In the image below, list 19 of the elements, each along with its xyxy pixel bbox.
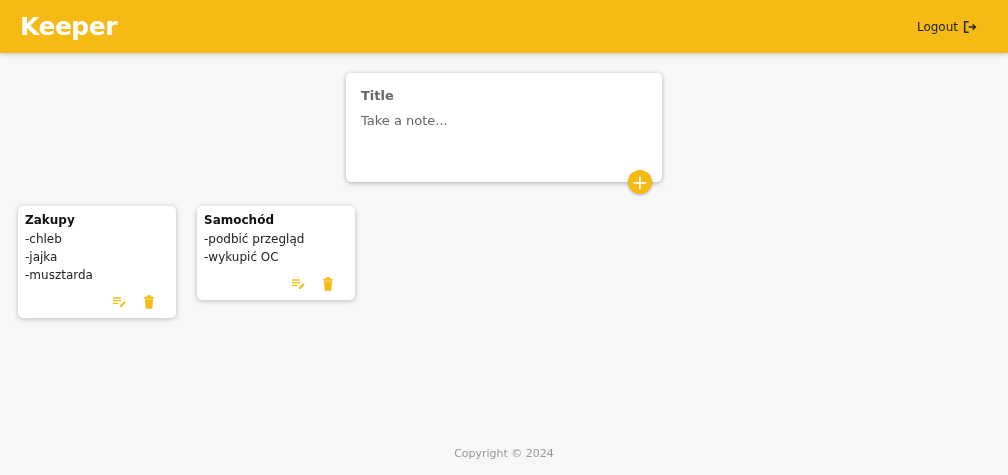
copyright-text: Copyright © 2024 (454, 447, 554, 460)
logout-button[interactable]: Logout (914, 16, 980, 37)
note-line: -chleb (25, 231, 63, 248)
delete-button[interactable] (141, 294, 157, 310)
app-title: Keeper (20, 12, 118, 41)
note-title: Samochód (204, 213, 275, 227)
delete-button[interactable] (320, 276, 336, 292)
note-title: Zakupy (25, 213, 76, 227)
edit-button[interactable] (111, 294, 127, 310)
edit-icon (290, 276, 306, 292)
note-line: -podbić przegląd (204, 231, 306, 248)
note-line: -wykupić OC (204, 249, 280, 266)
edit-icon (111, 294, 127, 310)
logout-icon (962, 18, 978, 35)
trash-icon (320, 276, 336, 292)
trash-icon (141, 294, 157, 310)
note-line: -jajka (25, 249, 59, 266)
note-line: -musztarda (25, 267, 94, 284)
edit-button[interactable] (290, 276, 306, 292)
